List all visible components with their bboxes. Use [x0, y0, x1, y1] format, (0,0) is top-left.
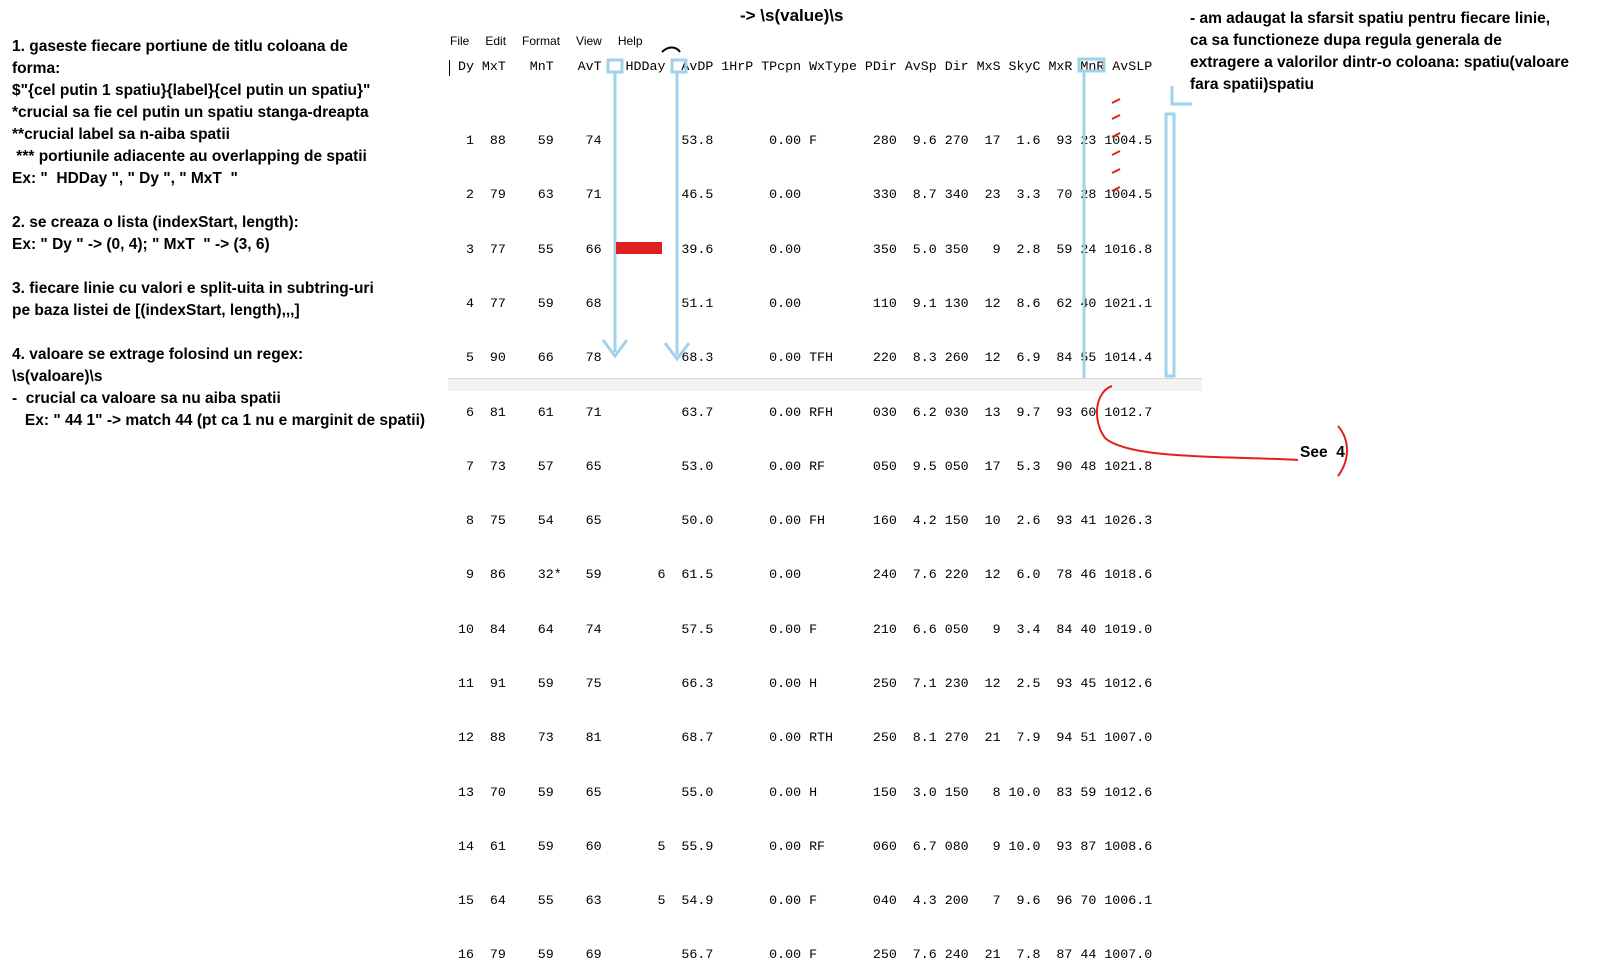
note-line: **crucial label sa n-aiba spatii [12, 126, 230, 143]
note-line: 1. gaseste fiecare portiune de titlu col… [12, 38, 348, 55]
left-notes: 1. gaseste fiecare portiune de titlu col… [12, 36, 432, 432]
data-row[interactable]: 2 79 63 71 46.5 0.00 330 8.7 340 23 3.3 … [450, 186, 1152, 204]
note-line: forma: [12, 60, 61, 77]
note-line: 4. valoare se extrage folosind un regex: [12, 346, 304, 363]
note-line: Ex: " 44 1" -> match 44 (pt ca 1 nu e ma… [12, 412, 426, 429]
data-row[interactable]: 7 73 57 65 53.0 0.00 RF 050 9.5 050 17 5… [450, 458, 1152, 476]
note-line: - crucial ca valoare sa nu aiba spatii [12, 390, 281, 407]
regex-title: -> \s(value)\s [740, 6, 844, 25]
data-rows[interactable]: 1 88 59 74 53.8 0.00 F 280 9.6 270 17 1.… [450, 96, 1152, 972]
menu-view[interactable]: View [574, 34, 604, 52]
menu-format[interactable]: Format [520, 34, 562, 52]
data-row[interactable]: 1 88 59 74 53.8 0.00 F 280 9.6 270 17 1.… [450, 132, 1152, 150]
note-line: 2. se creaza o lista (indexStart, length… [12, 214, 299, 231]
data-row[interactable]: 4 77 59 68 51.1 0.00 110 9.1 130 12 8.6 … [450, 295, 1152, 313]
menu-help[interactable]: Help [616, 34, 645, 52]
data-row[interactable]: 3 77 55 66 39.6 0.00 350 5.0 350 9 2.8 5… [450, 241, 1152, 259]
note-line: *** portiunile adiacente au overlapping … [12, 148, 367, 165]
data-row[interactable]: 15 64 55 63 5 54.9 0.00 F 040 4.3 200 7 … [450, 892, 1152, 910]
data-row[interactable]: 9 86 32* 59 6 61.5 0.00 240 7.6 220 12 6… [450, 566, 1152, 584]
note-line: \s(valoare)\s [12, 368, 103, 385]
data-row[interactable]: 5 90 66 78 68.3 0.00 TFH 220 8.3 260 12 … [450, 349, 1152, 367]
status-bar [448, 378, 1202, 391]
data-row[interactable]: 12 88 73 81 68.7 0.00 RTH 250 8.1 270 21… [450, 729, 1152, 747]
column-header-line[interactable]: Dy MxT MnT AvT HDDay AvDP 1HrP TPcpn WxT… [450, 58, 1152, 76]
data-row[interactable]: 8 75 54 65 50.0 0.00 FH 160 4.2 150 10 2… [450, 512, 1152, 530]
menu-bar: File Edit Format View Help [448, 34, 645, 52]
data-row[interactable]: 13 70 59 65 55.0 0.00 H 150 3.0 150 8 10… [450, 784, 1152, 802]
data-row[interactable]: 10 84 64 74 57.5 0.00 F 210 6.6 050 9 3.… [450, 621, 1152, 639]
note-line: Ex: " Dy " -> (0, 4); " MxT " -> (3, 6) [12, 236, 270, 253]
note-line: *crucial sa fie cel putin un spatiu stan… [12, 104, 369, 121]
data-row[interactable]: 6 81 61 71 63.7 0.00 RFH 030 6.2 030 13 … [450, 404, 1152, 422]
data-row[interactable]: 14 61 59 60 5 55.9 0.00 RF 060 6.7 080 9… [450, 838, 1152, 856]
menu-file[interactable]: File [448, 34, 471, 52]
data-row[interactable]: 16 79 59 69 56.7 0.00 F 250 7.6 240 21 7… [450, 946, 1152, 964]
note-line: $"{cel putin 1 spatiu}{label}{cel putin … [12, 82, 371, 99]
right-note: - am adaugat la sfarsit spatiu pentru fi… [1190, 10, 1570, 93]
note-line: Ex: " HDDay ", " Dy ", " MxT " [12, 170, 238, 187]
note-line: 3. fiecare linie cu valori e split-uita … [12, 280, 374, 297]
note-line: pe baza listei de [(indexStart, length),… [12, 302, 300, 319]
see-label: See 4 [1300, 444, 1345, 461]
menu-edit[interactable]: Edit [483, 34, 508, 52]
notepad-window: File Edit Format View Help Dy MxT MnT Av… [448, 34, 1202, 962]
data-row[interactable]: 11 91 59 75 66.3 0.00 H 250 7.1 230 12 2… [450, 675, 1152, 693]
